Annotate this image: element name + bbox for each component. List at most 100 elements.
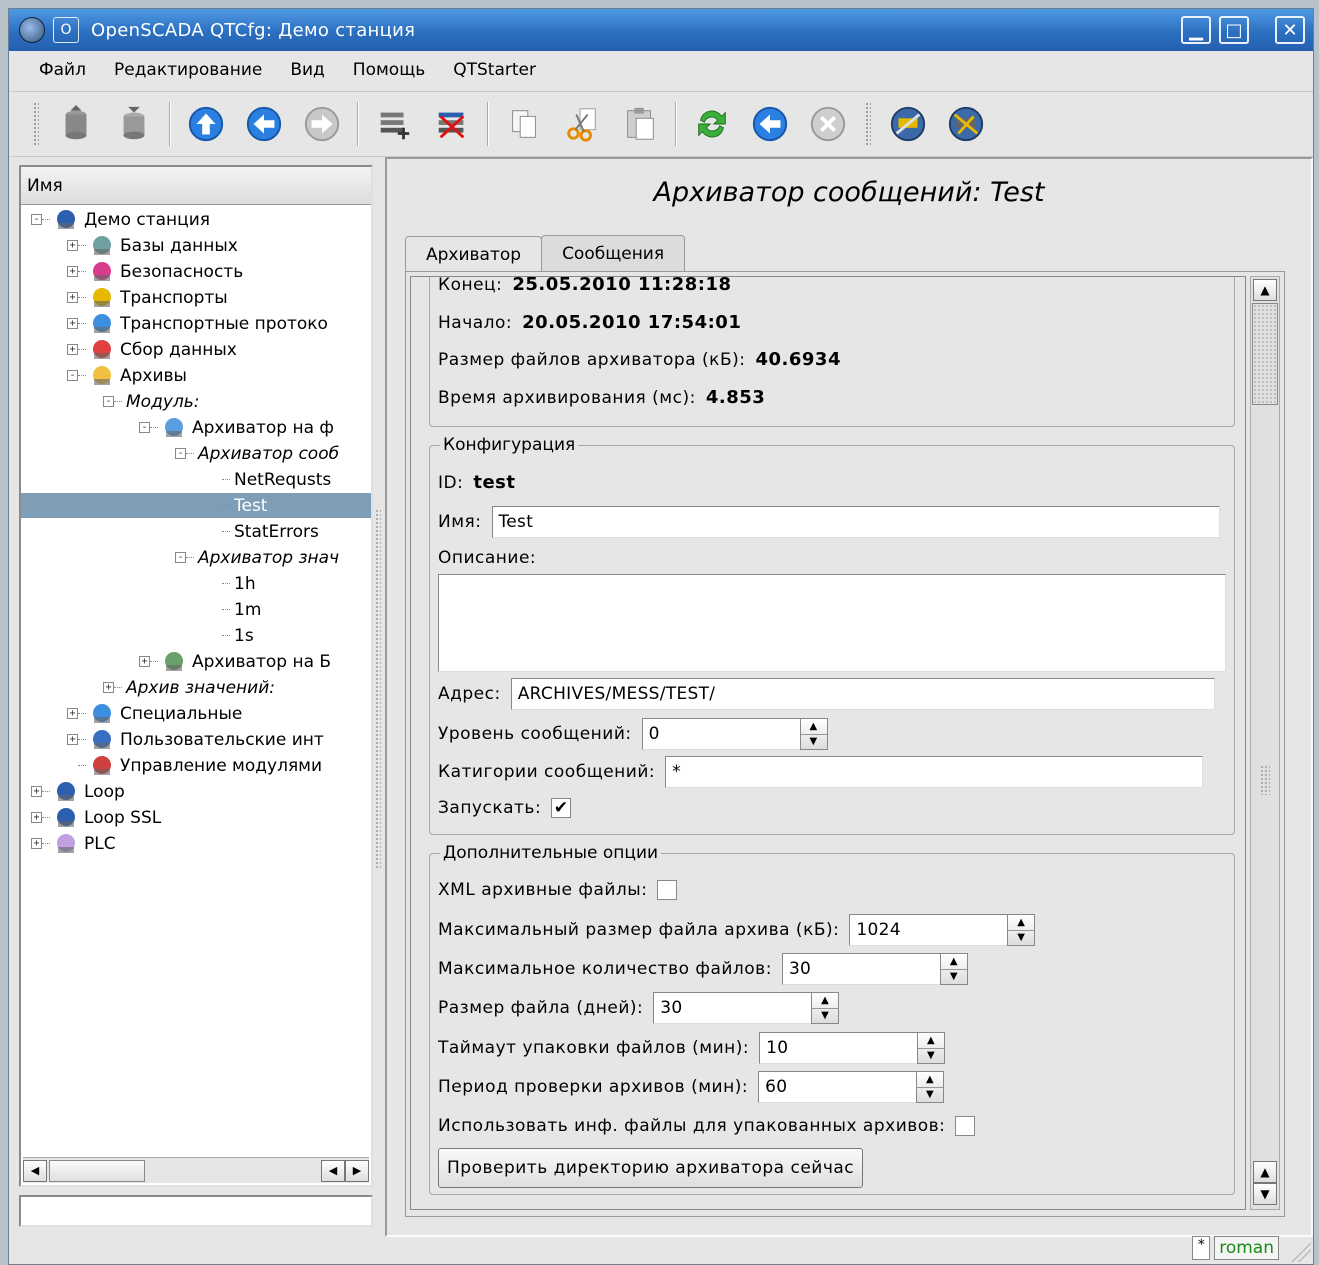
tree-item[interactable]: - Модуль: — [21, 389, 371, 414]
message-level-spinbox[interactable]: 0 ▲ ▼ — [641, 718, 828, 750]
expand-icon[interactable]: + — [31, 838, 42, 849]
tree-item[interactable]: - Архивы — [21, 363, 371, 388]
remote-station-config-button[interactable] — [942, 100, 990, 148]
check-period-input[interactable]: 60 — [758, 1071, 917, 1103]
expand-icon[interactable]: + — [139, 656, 150, 667]
title-bar[interactable]: О OpenSCADA QTCfg: Демо станция ▁ □ ✕ — [9, 9, 1313, 51]
scroll-thumb[interactable] — [1252, 303, 1278, 405]
maximize-button[interactable]: □ — [1219, 16, 1249, 44]
refresh-button[interactable] — [688, 100, 736, 148]
tab-archiver[interactable]: Архиватор — [405, 236, 543, 274]
max-files-spinbox[interactable]: 30 ▲ ▼ — [781, 953, 968, 985]
paste-button[interactable] — [616, 100, 664, 148]
menu-edit[interactable]: Редактирование — [102, 56, 274, 84]
spin-down-button[interactable]: ▼ — [812, 1007, 839, 1024]
tree-item[interactable]: + Loop — [21, 779, 371, 804]
tree-horizontal-scrollbar[interactable]: ◀ ◀ ▶ — [23, 1157, 369, 1183]
close-button[interactable]: ✕ — [1275, 16, 1305, 44]
expand-icon[interactable]: + — [67, 240, 78, 251]
spin-up-button[interactable]: ▲ — [918, 1033, 944, 1048]
spin-down-button[interactable]: ▼ — [1008, 929, 1035, 946]
expand-icon[interactable]: + — [103, 682, 114, 693]
check-period-spinbox[interactable]: 60 ▲ ▼ — [758, 1071, 945, 1103]
up-button[interactable] — [182, 100, 230, 148]
use-info-files-checkbox[interactable] — [955, 1116, 976, 1136]
back-button[interactable] — [240, 100, 288, 148]
cut-button[interactable] — [558, 100, 606, 148]
scroll-up-button[interactable]: ▲ — [1253, 1161, 1277, 1183]
start-button[interactable] — [746, 100, 794, 148]
name-input[interactable]: Test — [491, 506, 1220, 538]
tree-item[interactable]: + Архиватор на Б — [21, 649, 371, 674]
tree-item[interactable]: + Архив значений: — [21, 675, 371, 700]
collapse-icon[interactable]: - — [175, 448, 186, 459]
tree-item[interactable]: + Пользовательские инт — [21, 727, 371, 752]
collapse-icon[interactable]: - — [103, 396, 114, 407]
spin-up-button[interactable]: ▲ — [812, 993, 838, 1008]
delete-item-button[interactable] — [428, 100, 476, 148]
content-vertical-scrollbar[interactable]: ▲ ▲ ▼ — [1250, 276, 1280, 1210]
pack-timeout-input[interactable]: 10 — [759, 1032, 918, 1064]
expand-icon[interactable]: + — [67, 344, 78, 355]
message-level-input[interactable]: 0 — [641, 718, 800, 750]
collapse-icon[interactable]: - — [67, 370, 78, 381]
tree-item[interactable]: 1m — [21, 597, 371, 622]
spin-up-button[interactable]: ▲ — [917, 1072, 943, 1087]
pin-icon[interactable]: О — [53, 17, 79, 43]
spin-up-button[interactable]: ▲ — [941, 954, 967, 969]
collapse-icon[interactable]: - — [139, 422, 150, 433]
tree-item[interactable]: StatErrors — [21, 519, 371, 544]
spin-up-button[interactable]: ▲ — [801, 719, 827, 734]
expand-icon[interactable]: + — [67, 734, 78, 745]
tree-item[interactable]: Test — [21, 493, 371, 518]
max-file-size-input[interactable]: 1024 — [849, 914, 1008, 946]
expand-icon[interactable]: + — [67, 708, 78, 719]
toolbar-grip[interactable] — [33, 102, 39, 146]
forward-button[interactable] — [298, 100, 346, 148]
scroll-up-button[interactable]: ▲ — [1253, 279, 1277, 301]
tab-messages[interactable]: Сообщения — [541, 235, 686, 273]
tree-item[interactable]: + Сбор данных — [21, 337, 371, 362]
expand-icon[interactable]: + — [67, 292, 78, 303]
collapse-icon[interactable]: - — [31, 214, 42, 225]
pane-splitter[interactable] — [375, 509, 381, 869]
tree-item[interactable]: + PLC — [21, 831, 371, 856]
tree-item[interactable]: - Архиватор на ф — [21, 415, 371, 440]
scroll-down-button[interactable]: ▼ — [1253, 1183, 1277, 1205]
resize-grip[interactable] — [1289, 1240, 1311, 1262]
scroll-left-button[interactable]: ◀ — [23, 1159, 47, 1182]
scroll-thumb[interactable] — [49, 1159, 145, 1182]
user-indicator[interactable]: roman — [1214, 1236, 1279, 1260]
xml-files-checkbox[interactable] — [657, 880, 678, 900]
scroll-right-button[interactable]: ▶ — [345, 1159, 369, 1182]
db-save-button[interactable] — [110, 100, 158, 148]
tree-item[interactable]: - Архиватор знач — [21, 545, 371, 570]
tree-item[interactable]: + Специальные — [21, 701, 371, 726]
tree-item[interactable]: + Loop SSL — [21, 805, 371, 830]
file-size-days-input[interactable]: 30 — [653, 992, 812, 1024]
max-files-input[interactable]: 30 — [781, 953, 940, 985]
start-checkbox[interactable]: ✔ — [551, 798, 572, 818]
expand-icon[interactable]: + — [31, 786, 42, 797]
spin-down-button[interactable]: ▼ — [800, 733, 827, 750]
db-load-button[interactable] — [52, 100, 100, 148]
tree-item[interactable]: - Демо станция — [21, 207, 371, 232]
expand-icon[interactable]: + — [67, 318, 78, 329]
add-item-button[interactable] — [370, 100, 418, 148]
tree-item[interactable]: Управление модулями — [21, 753, 371, 778]
app-icon[interactable] — [19, 17, 45, 43]
minimize-button[interactable]: ▁ — [1181, 16, 1211, 44]
tree-column-header[interactable]: Имя — [21, 167, 371, 205]
tree-item[interactable]: + Транспорты — [21, 285, 371, 310]
tree-item[interactable]: 1s — [21, 623, 371, 648]
expand-icon[interactable]: + — [67, 266, 78, 277]
menu-view[interactable]: Вид — [278, 56, 336, 84]
expand-icon[interactable]: + — [31, 812, 42, 823]
pack-timeout-spinbox[interactable]: 10 ▲ ▼ — [759, 1032, 946, 1064]
tree-item[interactable]: + Транспортные протоко — [21, 311, 371, 336]
toolbar-grip[interactable] — [865, 102, 871, 146]
spin-up-button[interactable]: ▲ — [1008, 915, 1034, 930]
address-input[interactable]: ARCHIVES/MESS/TEST/ — [510, 678, 1215, 710]
menu-file[interactable]: Файл — [27, 56, 98, 84]
menu-qtstarter[interactable]: QTStarter — [441, 56, 548, 84]
